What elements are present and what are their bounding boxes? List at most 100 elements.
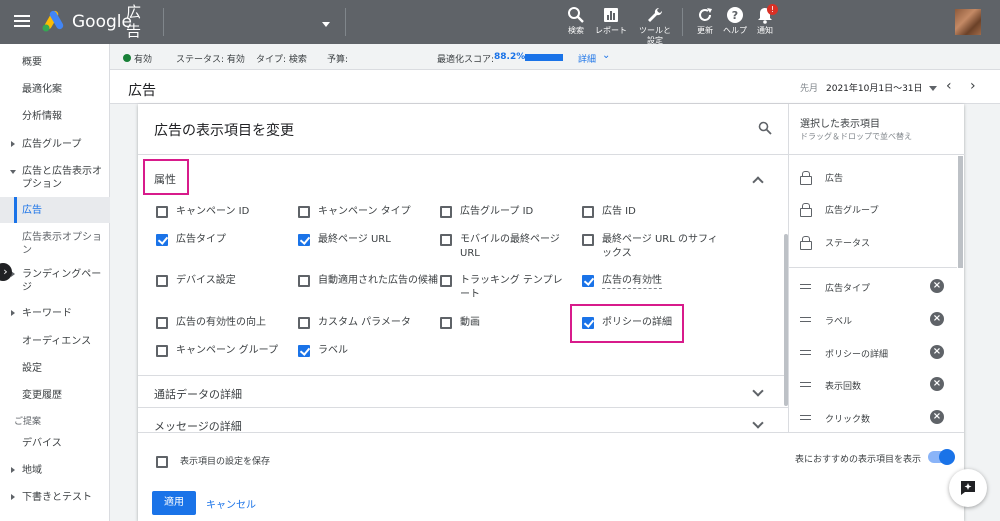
checkbox-box[interactable] xyxy=(156,206,168,218)
panel-title: 広告の表示項目を変更 xyxy=(154,123,294,139)
sidebar-item-insights[interactable]: 分析情報 xyxy=(0,110,110,124)
refresh-icon xyxy=(699,8,712,21)
remove-icon[interactable]: × xyxy=(930,410,944,424)
budget-label: 予算: xyxy=(327,55,349,65)
google-ads-logo xyxy=(42,10,64,32)
reports-icon xyxy=(604,8,618,22)
divider xyxy=(163,8,164,36)
search-icon xyxy=(568,7,584,23)
checkbox-box[interactable] xyxy=(440,275,452,287)
chevron-up-icon[interactable] xyxy=(752,176,764,188)
checkbox-box[interactable] xyxy=(298,345,310,357)
chevron-right-icon xyxy=(11,310,15,316)
panel-footer: 表示項目の設定を保存 表におすすめの表示項目を表示 適用 キャンセル xyxy=(138,432,964,521)
checkbox-box[interactable] xyxy=(440,206,452,218)
google-wordmark: Google xyxy=(72,12,132,32)
checkbox-box[interactable] xyxy=(582,275,594,287)
chevron-right-icon xyxy=(11,141,15,147)
chevron-down-icon[interactable] xyxy=(929,86,937,91)
checkbox-box[interactable] xyxy=(156,275,168,287)
chevron-right-icon xyxy=(11,467,15,473)
lock-icon xyxy=(800,236,812,250)
apply-button[interactable]: 適用 xyxy=(152,491,196,515)
checkbox-box[interactable] xyxy=(298,206,310,218)
remove-icon[interactable]: × xyxy=(930,279,944,293)
checkbox-box[interactable] xyxy=(156,317,168,329)
chevron-down-icon[interactable] xyxy=(752,385,764,397)
selected-columns-panel: 選択した表示項目 ドラッグ＆ドロップで並べ替え 広告 広告グループ ステータス … xyxy=(788,104,965,432)
checkbox-box[interactable] xyxy=(582,206,594,218)
recommended-columns-toggle[interactable] xyxy=(928,449,955,465)
checkbox-box[interactable] xyxy=(440,317,452,329)
date-range-picker[interactable]: 2021年10月1日～31日 xyxy=(826,81,923,94)
checkbox-box[interactable] xyxy=(156,345,168,357)
menu-icon[interactable] xyxy=(14,12,30,28)
drag-handle-icon[interactable] xyxy=(800,415,811,420)
drag-handle-icon[interactable] xyxy=(800,382,811,387)
remove-icon[interactable]: × xyxy=(930,377,944,391)
status-text: ステータス: 有効 xyxy=(176,55,245,65)
search-button[interactable]: 検索 xyxy=(556,6,596,36)
sidebar-item-locations[interactable]: 地域 xyxy=(0,464,110,478)
highlight-box-attributes xyxy=(143,159,189,195)
toggle-knob xyxy=(939,449,955,465)
sidebar-item-overview[interactable]: 概要 xyxy=(0,56,110,70)
sidebar-item-keywords[interactable]: キーワード xyxy=(0,307,110,321)
tools-button[interactable]: ツールと 設定 xyxy=(635,6,675,46)
cancel-button[interactable]: キャンセル xyxy=(206,496,256,511)
product-name: 広告 xyxy=(126,3,142,40)
type-text: タイプ: 検索 xyxy=(256,55,307,65)
help-icon: ? xyxy=(727,7,743,23)
divider xyxy=(138,407,788,408)
checkbox-box[interactable] xyxy=(298,234,310,246)
remove-icon[interactable]: × xyxy=(930,312,944,326)
section-call-details[interactable]: 通話データの詳細 xyxy=(154,386,242,402)
account-dropdown-icon[interactable] xyxy=(322,22,330,27)
sidebar-item-ads[interactable]: 広告 xyxy=(0,197,110,223)
checkbox-box[interactable] xyxy=(156,234,168,246)
tools-label: ツールと 設定 xyxy=(639,26,671,45)
chevron-down-icon[interactable]: ⌄ xyxy=(602,50,610,61)
divider xyxy=(138,375,788,376)
drag-handle-icon[interactable] xyxy=(800,350,811,355)
checkbox-box[interactable] xyxy=(298,317,310,329)
notifications-label: 通知 xyxy=(757,26,773,35)
optimization-score-bar xyxy=(525,54,563,61)
chevron-down-icon[interactable] xyxy=(752,417,764,429)
sidebar-item-landing-pages[interactable]: ランディングページ xyxy=(0,268,110,296)
checkbox-box[interactable] xyxy=(298,275,310,287)
sidebar-item-extensions[interactable]: 広告表示オプション xyxy=(0,231,110,259)
help-label: ヘルプ xyxy=(723,26,747,35)
prev-period-button[interactable]: ‹ xyxy=(946,78,952,94)
divider xyxy=(789,267,957,268)
drag-handle-icon[interactable] xyxy=(800,317,811,322)
feedback-button[interactable] xyxy=(949,469,987,507)
checkbox-box[interactable] xyxy=(440,234,452,246)
active-indicator xyxy=(14,197,17,223)
sidebar-item-ads-extensions[interactable]: 広告と広告表示オプション xyxy=(0,165,110,193)
sidebar-item-drafts-experiments[interactable]: 下書きとテスト xyxy=(0,491,110,505)
sidebar-item-recommendations[interactable]: 最適化案 xyxy=(0,83,110,97)
remove-icon[interactable]: × xyxy=(930,345,944,359)
sidebar-item-settings[interactable]: 設定 xyxy=(0,362,110,376)
drag-handle-icon[interactable] xyxy=(800,284,811,289)
search-icon[interactable] xyxy=(758,121,772,135)
avatar[interactable] xyxy=(955,9,981,35)
notifications-button[interactable]: 通知 xyxy=(745,6,785,36)
sidebar-item-change-history[interactable]: 変更履歴 xyxy=(0,389,110,403)
reports-button[interactable]: レポート xyxy=(591,6,631,36)
details-link[interactable]: 詳細 xyxy=(578,52,596,65)
search-label: 検索 xyxy=(568,26,584,35)
sidebar-section-suggestions: ご提案 xyxy=(14,417,42,427)
checkbox-box[interactable] xyxy=(156,456,168,468)
feedback-icon xyxy=(961,481,975,495)
refresh-label: 更新 xyxy=(697,26,713,35)
checkbox-box[interactable] xyxy=(582,234,594,246)
next-period-button[interactable]: › xyxy=(970,78,976,94)
page-header: 広告 先月 2021年10月1日～31日 ‹ › xyxy=(110,70,1000,104)
scrollbar[interactable] xyxy=(958,156,963,268)
sidebar-item-ad-groups[interactable]: 広告グループ xyxy=(0,138,110,152)
sidebar-item-devices[interactable]: デバイス xyxy=(0,437,110,451)
selected-columns-subtitle: ドラッグ＆ドロップで並べ替え xyxy=(800,132,912,141)
sidebar-item-audiences[interactable]: オーディエンス xyxy=(0,335,110,349)
